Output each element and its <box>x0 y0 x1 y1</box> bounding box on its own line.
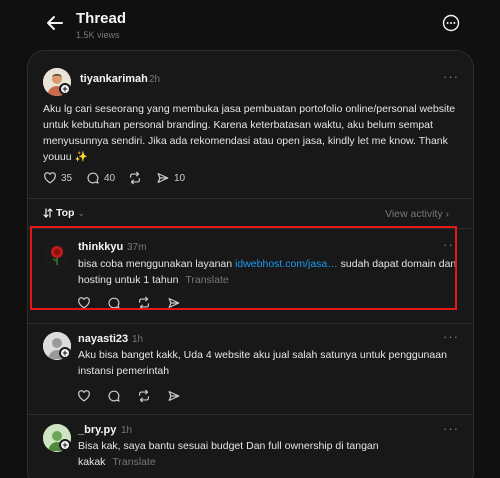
share-count: 10 <box>174 172 186 184</box>
reply-time: 1h <box>121 425 133 436</box>
follow-plus-icon[interactable]: + <box>59 83 71 95</box>
comment-icon <box>87 172 99 184</box>
view-count: 1.5K views <box>76 30 120 40</box>
repost-icon <box>139 389 149 403</box>
reply-username[interactable]: nayasti23 <box>78 333 128 345</box>
divider <box>28 414 473 415</box>
like-button[interactable] <box>77 388 91 404</box>
send-icon <box>157 173 169 183</box>
view-activity-link[interactable]: View activity › <box>385 208 449 220</box>
translate-link[interactable]: Translate <box>112 456 155 468</box>
repost-button[interactable] <box>137 388 151 404</box>
post-text: Aku lg cari seseorang yang membuka jasa … <box>43 103 456 163</box>
comment-icon <box>108 390 120 402</box>
heart-icon <box>78 390 90 402</box>
reply-username[interactable]: _bry.py <box>78 424 116 436</box>
sort-label: Top <box>56 207 75 219</box>
share-button[interactable]: 10 <box>156 170 185 186</box>
follow-plus-icon[interactable]: + <box>59 439 71 451</box>
post-username[interactable]: tiyankarimah <box>80 73 148 85</box>
sort-dropdown[interactable]: Top ⌄ <box>43 207 85 219</box>
top-bar: Thread 1.5K views <box>0 0 500 48</box>
reply-text: Aku bisa banget kakk, Uda 4 website aku … <box>78 349 447 377</box>
share-button[interactable] <box>167 388 181 404</box>
post-time: 2h <box>149 74 161 85</box>
reply-more-icon[interactable]: ··· <box>443 421 459 436</box>
view-activity-label: View activity <box>385 208 443 220</box>
chevron-down-icon: ⌄ <box>77 207 86 218</box>
like-count: 35 <box>61 172 73 184</box>
highlight-box <box>30 226 457 310</box>
reply-text: Bisa kak, saya bantu sesuai budget Dan f… <box>78 438 408 470</box>
divider <box>28 323 473 324</box>
send-icon <box>168 391 180 401</box>
divider <box>28 198 473 199</box>
more-options-icon[interactable] <box>442 14 460 32</box>
reply-time: 1h <box>132 334 144 345</box>
back-arrow-icon[interactable] <box>44 12 66 34</box>
heart-icon <box>44 172 56 184</box>
like-button[interactable]: 35 <box>43 170 72 186</box>
sort-arrows-icon <box>43 208 53 218</box>
comment-button[interactable] <box>107 388 121 404</box>
reply-more-icon[interactable]: ··· <box>443 329 459 344</box>
page-title: Thread <box>76 10 127 27</box>
follow-plus-icon[interactable]: + <box>59 347 71 359</box>
post-more-icon[interactable]: ··· <box>443 69 459 84</box>
comment-count: 40 <box>104 172 116 184</box>
repost-button[interactable] <box>128 170 142 186</box>
comment-button[interactable]: 40 <box>86 170 115 186</box>
repost-icon <box>130 171 140 185</box>
